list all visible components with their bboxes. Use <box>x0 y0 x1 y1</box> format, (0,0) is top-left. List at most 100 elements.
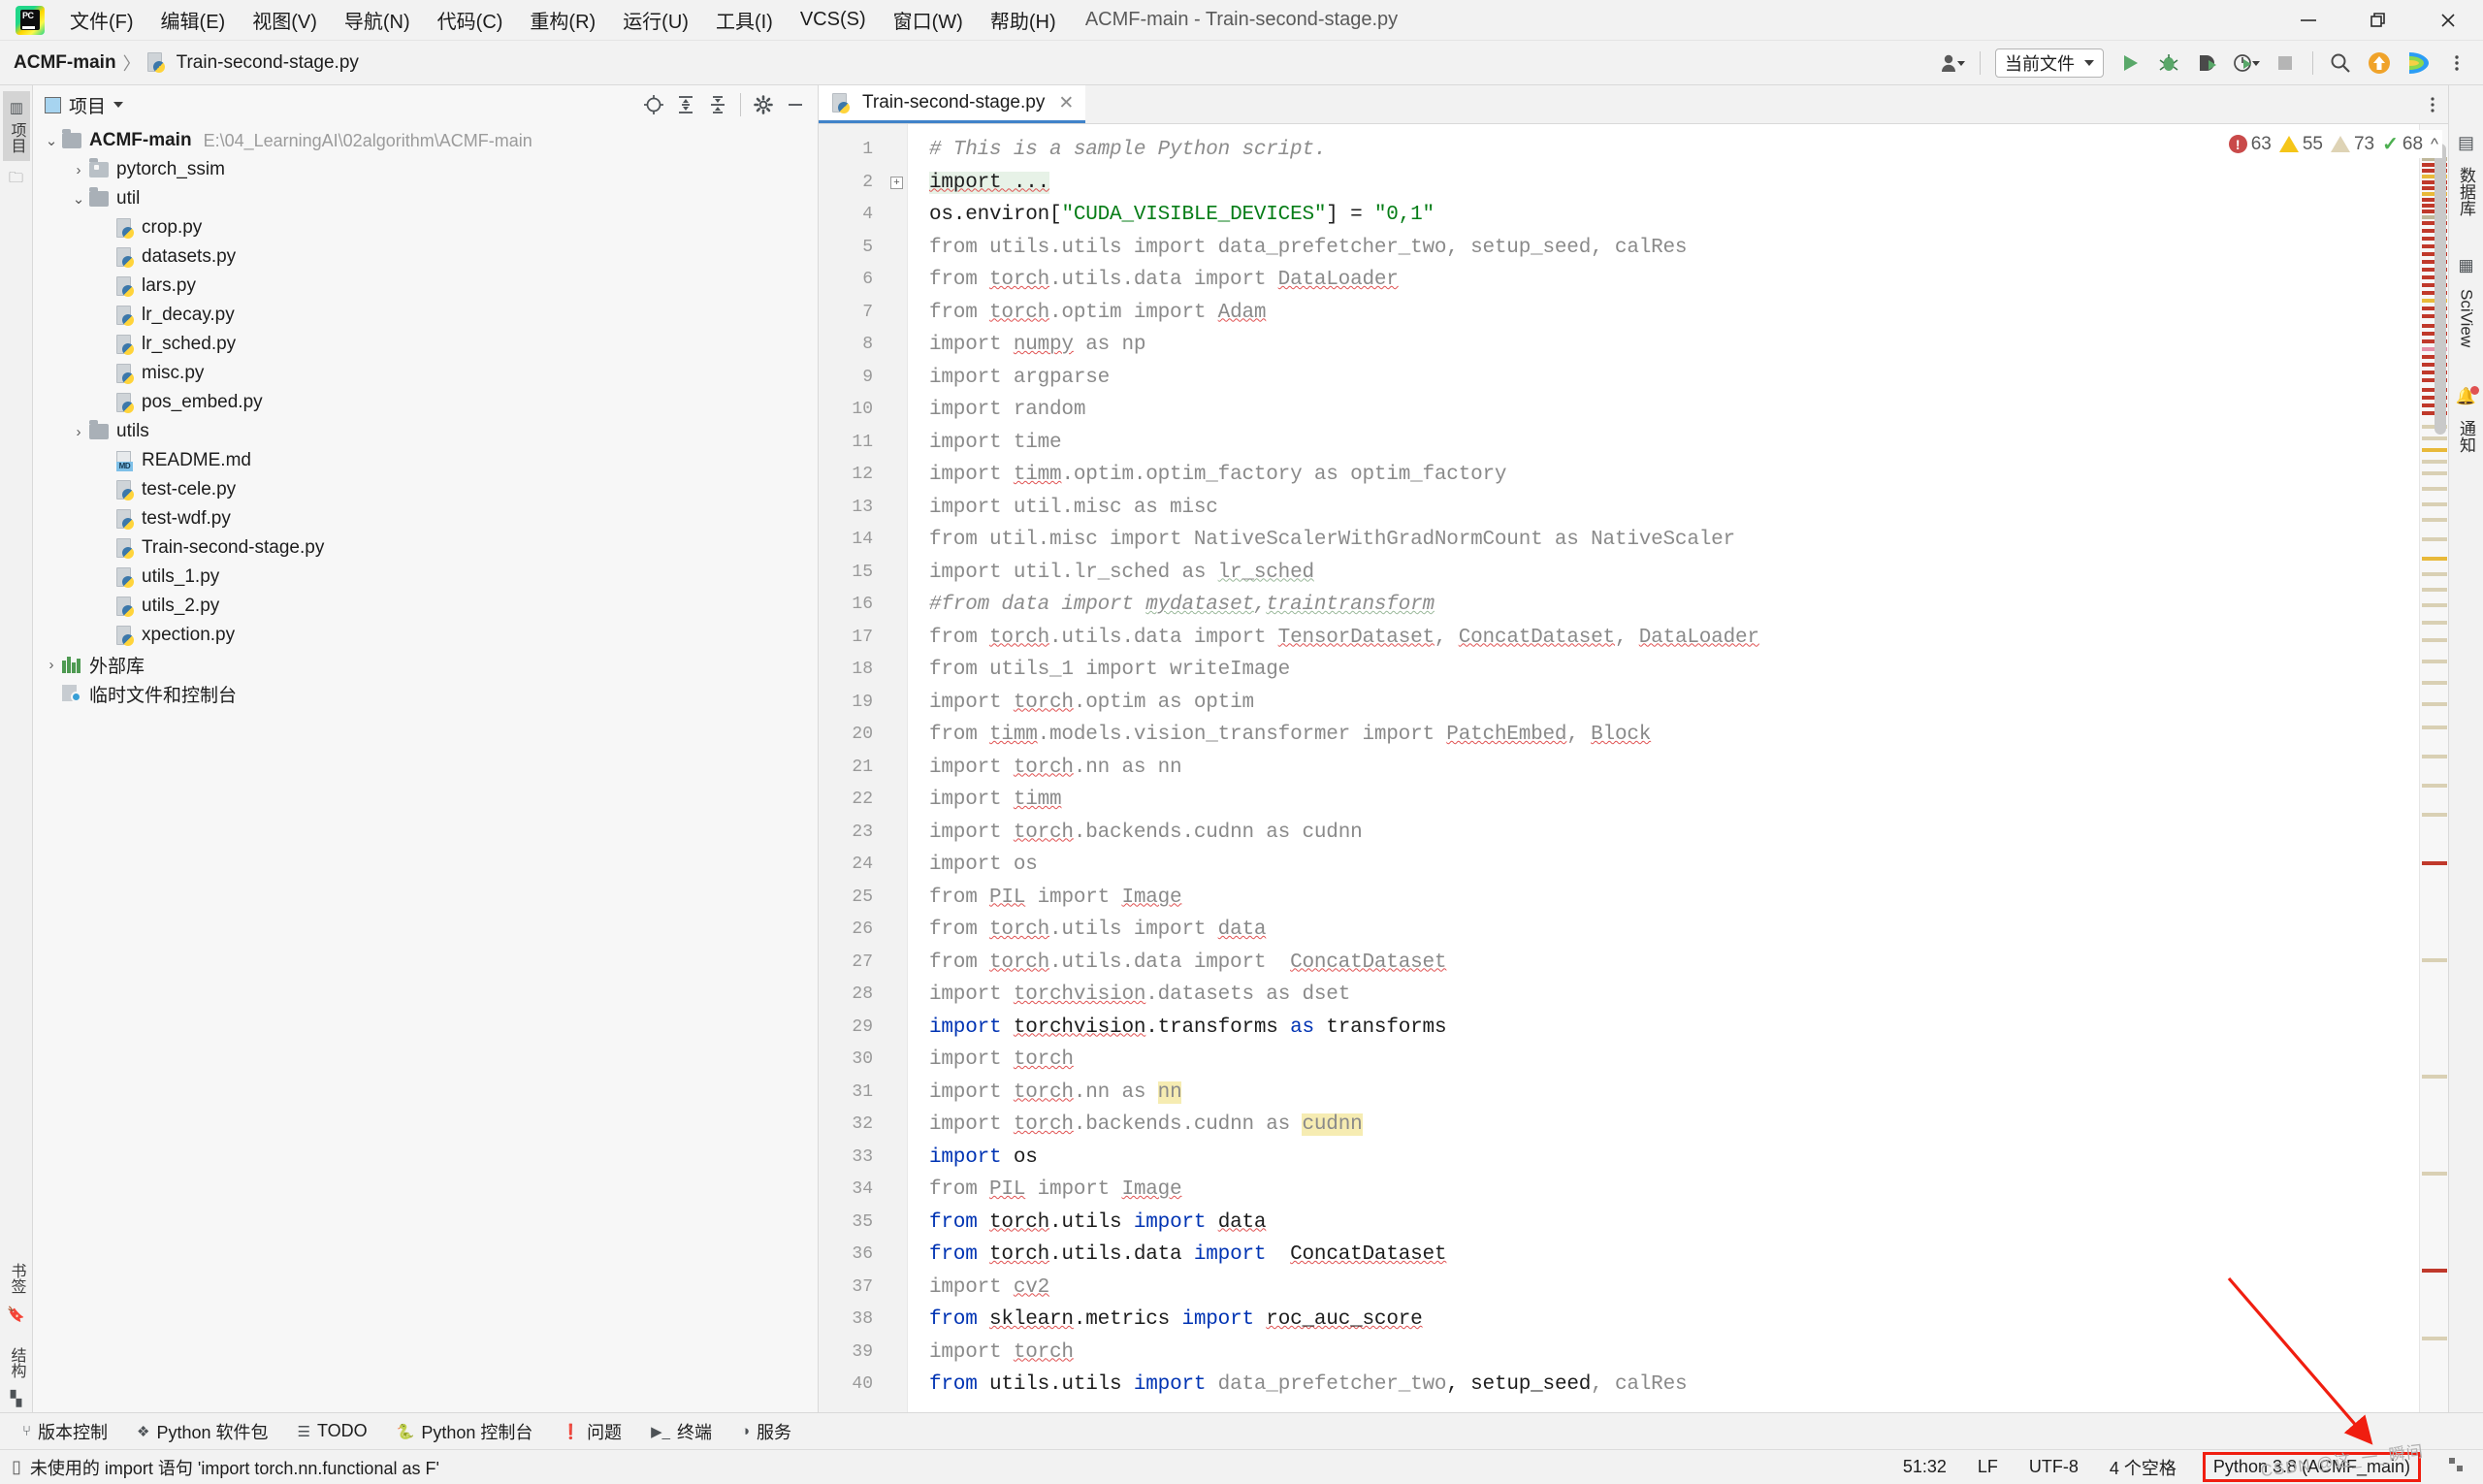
collapse-inspections-icon[interactable]: ^ <box>2431 135 2438 154</box>
analysis-marker[interactable] <box>2422 572 2447 576</box>
user-account-icon[interactable] <box>1934 45 1971 81</box>
analysis-marker[interactable] <box>2422 502 2447 506</box>
analysis-marker[interactable] <box>2422 518 2447 522</box>
chevron-down-icon[interactable] <box>113 102 124 108</box>
tree-node[interactable]: › utils <box>33 417 818 446</box>
analysis-marker[interactable] <box>2422 784 2447 788</box>
code-line[interactable]: import random <box>908 394 2419 427</box>
tool-window-services[interactable]: ◑ 服务 <box>728 1415 804 1448</box>
code-line[interactable]: import torchvision.datasets as dset <box>908 979 2419 1012</box>
sidebar-item-notifications[interactable]: 通知 <box>2452 414 2480 459</box>
analysis-marker[interactable] <box>2422 448 2447 452</box>
editor-vertical-scrollbar[interactable] <box>2435 144 2446 435</box>
code-line[interactable]: import torchvision.transforms as transfo… <box>908 1012 2419 1045</box>
maximize-restore-button[interactable] <box>2343 0 2413 41</box>
code-line[interactable]: import torch.backends.cudnn as cudnn <box>908 817 2419 850</box>
code-line[interactable]: #from data import mydataset,traintransfo… <box>908 589 2419 622</box>
code-line[interactable]: from torch.optim import Adam <box>908 297 2419 330</box>
analysis-marker[interactable] <box>2422 861 2447 865</box>
profile-icon[interactable] <box>2228 45 2265 81</box>
sidebar-item-database[interactable]: 数据库 <box>2452 161 2480 222</box>
code-line[interactable]: import util.lr_sched as lr_sched <box>908 557 2419 590</box>
analysis-marker[interactable] <box>2422 537 2447 541</box>
tool-window-todo[interactable]: ☰ TODO <box>285 1417 380 1445</box>
tree-node[interactable]: pos_embed.py <box>33 388 818 417</box>
debug-icon[interactable] <box>2150 45 2187 81</box>
analysis-marker[interactable] <box>2422 813 2447 817</box>
analysis-marker[interactable] <box>2422 621 2447 625</box>
menu-file[interactable]: 文件(F) <box>56 3 147 37</box>
tree-node[interactable]: xpection.py <box>33 621 818 650</box>
tree-node[interactable]: crop.py <box>33 213 818 242</box>
code-line[interactable]: from PIL import Image <box>908 1174 2419 1207</box>
code-line[interactable]: import timm <box>908 784 2419 817</box>
tree-node[interactable]: Train-second-stage.py <box>33 533 818 563</box>
analysis-marker[interactable] <box>2422 487 2447 491</box>
menu-tools[interactable]: 工具(I) <box>702 3 787 37</box>
analysis-marker[interactable] <box>2422 436 2447 440</box>
editor-tab-options-icon[interactable] <box>2429 85 2448 123</box>
code-line[interactable]: import time <box>908 427 2419 460</box>
code-line[interactable]: from utils.utils import data_prefetcher_… <box>908 1369 2419 1402</box>
code-line[interactable]: from util.misc import NativeScalerWithGr… <box>908 524 2419 557</box>
more-toolbar-options-icon[interactable] <box>2438 45 2475 81</box>
analysis-marker[interactable] <box>2422 958 2447 962</box>
sidebar-item-bookmarks[interactable]: 书签 <box>3 1255 30 1302</box>
menu-code[interactable]: 代码(C) <box>424 3 517 37</box>
chevron-right-icon[interactable]: › <box>68 424 89 440</box>
analysis-marker[interactable] <box>2422 755 2447 758</box>
tree-node[interactable]: utils_1.py <box>33 563 818 592</box>
code-line[interactable]: import cv2 <box>908 1272 2419 1305</box>
caret-position[interactable]: 51:32 <box>1898 1455 1951 1479</box>
analysis-marker[interactable] <box>2422 603 2447 607</box>
ai-assistant-icon[interactable] <box>2400 45 2436 81</box>
tree-node[interactable]: › 外部库 <box>33 650 818 679</box>
tree-node[interactable]: utils_2.py <box>33 592 818 621</box>
code-line[interactable]: os.environ["CUDA_VISIBLE_DEVICES"] = "0,… <box>908 199 2419 232</box>
menu-run[interactable]: 运行(U) <box>609 3 702 37</box>
tree-node[interactable]: ⌄ ACMF-main E:\04_LearningAI\02algorithm\A… <box>33 126 818 155</box>
code-line[interactable]: from timm.models.vision_transformer impo… <box>908 719 2419 752</box>
code-line[interactable]: import torch <box>908 1044 2419 1077</box>
analysis-marker[interactable] <box>2422 588 2447 592</box>
tree-node[interactable]: test-wdf.py <box>33 504 818 533</box>
menu-edit[interactable]: 编辑(E) <box>147 3 240 37</box>
analysis-marker[interactable] <box>2422 471 2447 475</box>
analysis-marker[interactable] <box>2422 681 2447 685</box>
code-line[interactable]: from torch.utils import data <box>908 914 2419 947</box>
breadcrumb-project[interactable]: ACMF-main <box>14 52 116 74</box>
chevron-down-icon[interactable]: ⌄ <box>68 190 89 208</box>
code-line[interactable]: import os <box>908 1142 2419 1175</box>
menu-window[interactable]: 窗口(W) <box>880 3 977 37</box>
folder-icon[interactable]: 🗀 <box>9 171 23 185</box>
breadcrumb-file[interactable]: Train-second-stage.py <box>177 52 359 74</box>
tree-node[interactable]: lr_sched.py <box>33 330 818 359</box>
run-configuration-selector[interactable]: 当前文件 <box>1995 48 2104 78</box>
close-button[interactable] <box>2413 0 2483 41</box>
tree-node[interactable]: › pytorch_ssim <box>33 155 818 184</box>
code-line[interactable]: import torch.nn as nn <box>908 752 2419 785</box>
code-line[interactable]: import util.misc as misc <box>908 492 2419 525</box>
analysis-marker[interactable] <box>2422 1269 2447 1273</box>
menu-help[interactable]: 帮助(H) <box>977 3 1070 37</box>
menu-refactor[interactable]: 重构(R) <box>516 3 609 37</box>
tool-window-python-packages[interactable]: ❖ Python 软件包 <box>124 1415 281 1448</box>
minimize-button[interactable] <box>2273 0 2343 41</box>
close-icon[interactable]: ✕ <box>1058 92 1074 114</box>
code-line[interactable]: from PIL import Image <box>908 882 2419 915</box>
analysis-marker[interactable] <box>2422 460 2447 464</box>
sidebar-item-project[interactable]: ▥ 项目 <box>2 91 30 161</box>
tree-node[interactable]: 临时文件和控制台 <box>33 679 818 708</box>
code-folding-gutter[interactable]: + <box>887 124 908 1412</box>
code-line[interactable]: from torch.utils.data import TensorDatas… <box>908 622 2419 655</box>
warning-count-badge[interactable]: 55 <box>2278 134 2323 155</box>
file-encoding[interactable]: UTF-8 <box>2024 1455 2083 1479</box>
error-count-badge[interactable]: ! 63 <box>2228 134 2272 155</box>
expand-all-icon[interactable] <box>671 90 700 119</box>
chevron-down-icon[interactable]: ⌄ <box>41 132 62 149</box>
search-everywhere-icon[interactable] <box>2322 45 2359 81</box>
menu-vcs[interactable]: VCS(S) <box>787 6 880 34</box>
weak-warning-count-badge[interactable]: 73 <box>2330 134 2374 155</box>
code-line[interactable]: from sklearn.metrics import roc_auc_scor… <box>908 1304 2419 1337</box>
analysis-marker[interactable] <box>2422 557 2447 561</box>
